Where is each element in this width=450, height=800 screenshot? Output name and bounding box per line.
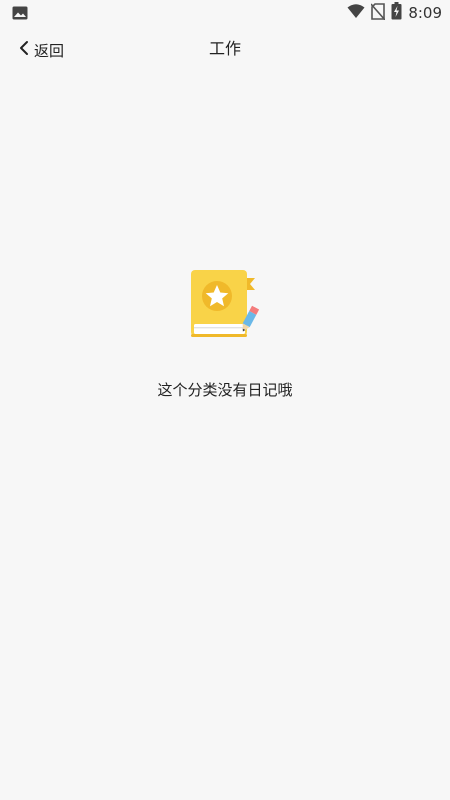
empty-message: 这个分类没有日记哦 (157, 381, 293, 399)
image-notification-icon (12, 5, 28, 20)
status-icons: 8:09 (347, 2, 442, 24)
page-title: 工作 (208, 39, 241, 58)
battery-charging-icon (391, 2, 402, 24)
diary-book-star-icon (189, 268, 261, 342)
header: 返回 工作 (0, 26, 450, 72)
status-time: 8:09 (408, 4, 442, 22)
no-sim-icon (370, 2, 386, 24)
status-bar: 8:09 (0, 0, 450, 26)
wifi-icon (347, 3, 365, 23)
empty-state: 这个分类没有日记哦 (0, 268, 450, 400)
